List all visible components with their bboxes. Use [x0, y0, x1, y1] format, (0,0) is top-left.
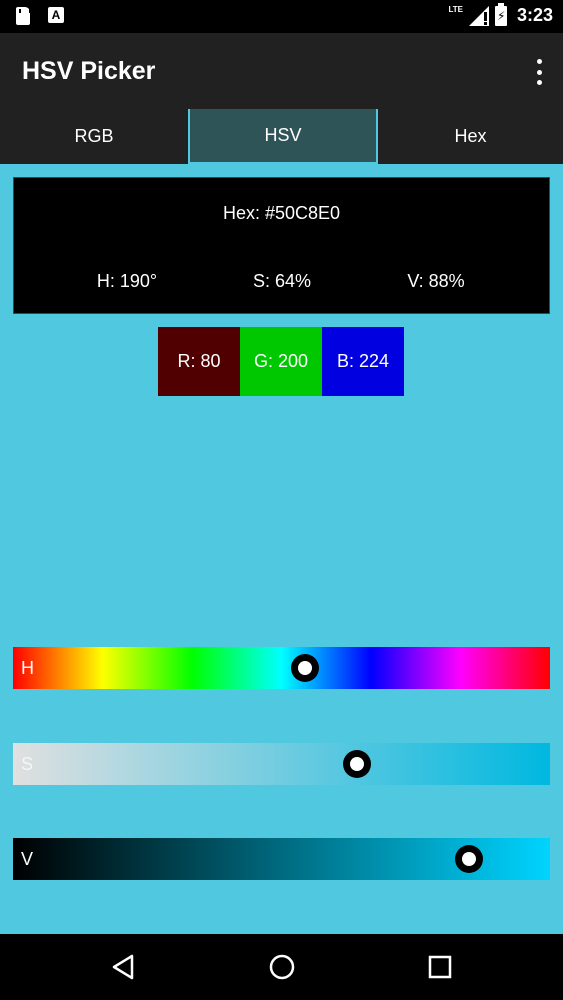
tab-rgb[interactable]: RGB [0, 109, 188, 164]
network-type: LTE [448, 4, 463, 14]
keyboard-a-icon: A [48, 7, 64, 23]
overflow-menu-icon[interactable] [533, 59, 545, 85]
saturation-value: S: 64% [252, 271, 312, 291]
home-icon[interactable] [268, 953, 296, 981]
hue-value: H: 190° [96, 271, 158, 291]
app-title: HSV Picker [22, 57, 156, 85]
green-component-box: G: 200 [240, 327, 322, 396]
rgb-boxes: R: 80 G: 200 B: 224 [158, 327, 404, 396]
navigation-bar [0, 934, 563, 1000]
app-bar: HSV Picker [0, 33, 563, 109]
recent-apps-icon[interactable] [426, 953, 454, 981]
color-info-panel: Hex: #50C8E0 H: 190° S: 64% V: 88% [13, 177, 550, 314]
tab-hex[interactable]: Hex [378, 109, 563, 164]
value-slider-label: V [21, 849, 34, 869]
hue-slider[interactable]: H [13, 647, 550, 689]
status-bar: A LTE ⚡ 3:23 [0, 0, 563, 33]
sd-card-icon [16, 7, 31, 25]
tab-bar: RGB HSV Hex [0, 109, 563, 164]
tab-hsv[interactable]: HSV [188, 109, 378, 164]
hue-slider-label: H [21, 658, 34, 678]
red-component-box: R: 80 [158, 327, 240, 396]
back-icon[interactable] [110, 953, 138, 981]
saturation-slider[interactable]: S [13, 743, 550, 785]
blue-component-box: B: 224 [322, 327, 404, 396]
signal-icon [468, 5, 489, 26]
value-slider-thumb[interactable] [455, 845, 484, 873]
saturation-slider-label: S [21, 754, 34, 774]
value-value: V: 88% [407, 271, 465, 291]
saturation-slider-thumb[interactable] [342, 750, 371, 778]
status-clock: 3:23 [516, 5, 553, 25]
battery-charging-icon: ⚡ [494, 2, 507, 26]
value-slider[interactable]: V [13, 838, 550, 880]
hue-slider-thumb[interactable] [290, 654, 319, 682]
hex-value: Hex: #50C8E0 [222, 203, 341, 223]
